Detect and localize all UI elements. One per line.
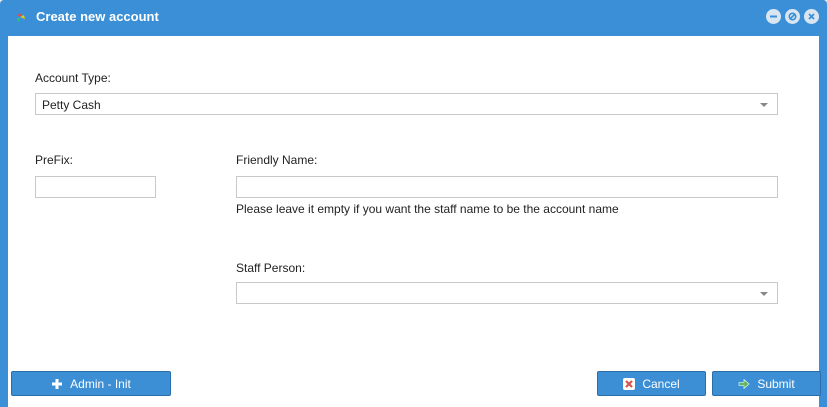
admin-init-button[interactable]: Admin - Init — [11, 371, 171, 396]
friendly-name-hint: Please leave it empty if you want the st… — [236, 202, 619, 216]
account-type-select[interactable]: Petty Cash — [35, 93, 778, 115]
window-controls — [766, 9, 819, 24]
dialog-body: Account Type: Petty Cash PreFix: Friendl… — [8, 36, 819, 407]
dialog-titlebar[interactable]: Create new account — [0, 0, 827, 34]
plus-icon — [51, 378, 63, 390]
account-type-value: Petty Cash — [42, 98, 101, 112]
chevron-down-icon — [760, 103, 768, 107]
cancel-label: Cancel — [642, 376, 680, 391]
staff-person-select[interactable] — [236, 282, 778, 304]
cancel-button[interactable]: Cancel — [597, 371, 706, 396]
dialog-title: Create new account — [36, 9, 159, 24]
submit-button[interactable]: Submit — [712, 371, 821, 396]
restore-icon[interactable] — [785, 9, 800, 24]
admin-init-label: Admin - Init — [70, 376, 131, 391]
create-account-dialog: Create new account Account Type: Petty C… — [0, 0, 827, 407]
submit-label: Submit — [757, 376, 795, 391]
prefix-input[interactable] — [35, 176, 156, 198]
close-icon[interactable] — [804, 9, 819, 24]
account-type-label: Account Type: — [35, 71, 111, 85]
arrow-right-icon — [738, 378, 750, 390]
friendly-name-label: Friendly Name: — [236, 153, 318, 167]
app-logo-icon — [14, 10, 28, 24]
prefix-label: PreFix: — [35, 153, 74, 167]
minimize-icon[interactable] — [766, 9, 781, 24]
staff-person-label: Staff Person: — [236, 261, 306, 275]
friendly-name-input[interactable] — [236, 176, 778, 198]
cancel-x-icon — [623, 377, 636, 390]
chevron-down-icon — [760, 292, 768, 296]
